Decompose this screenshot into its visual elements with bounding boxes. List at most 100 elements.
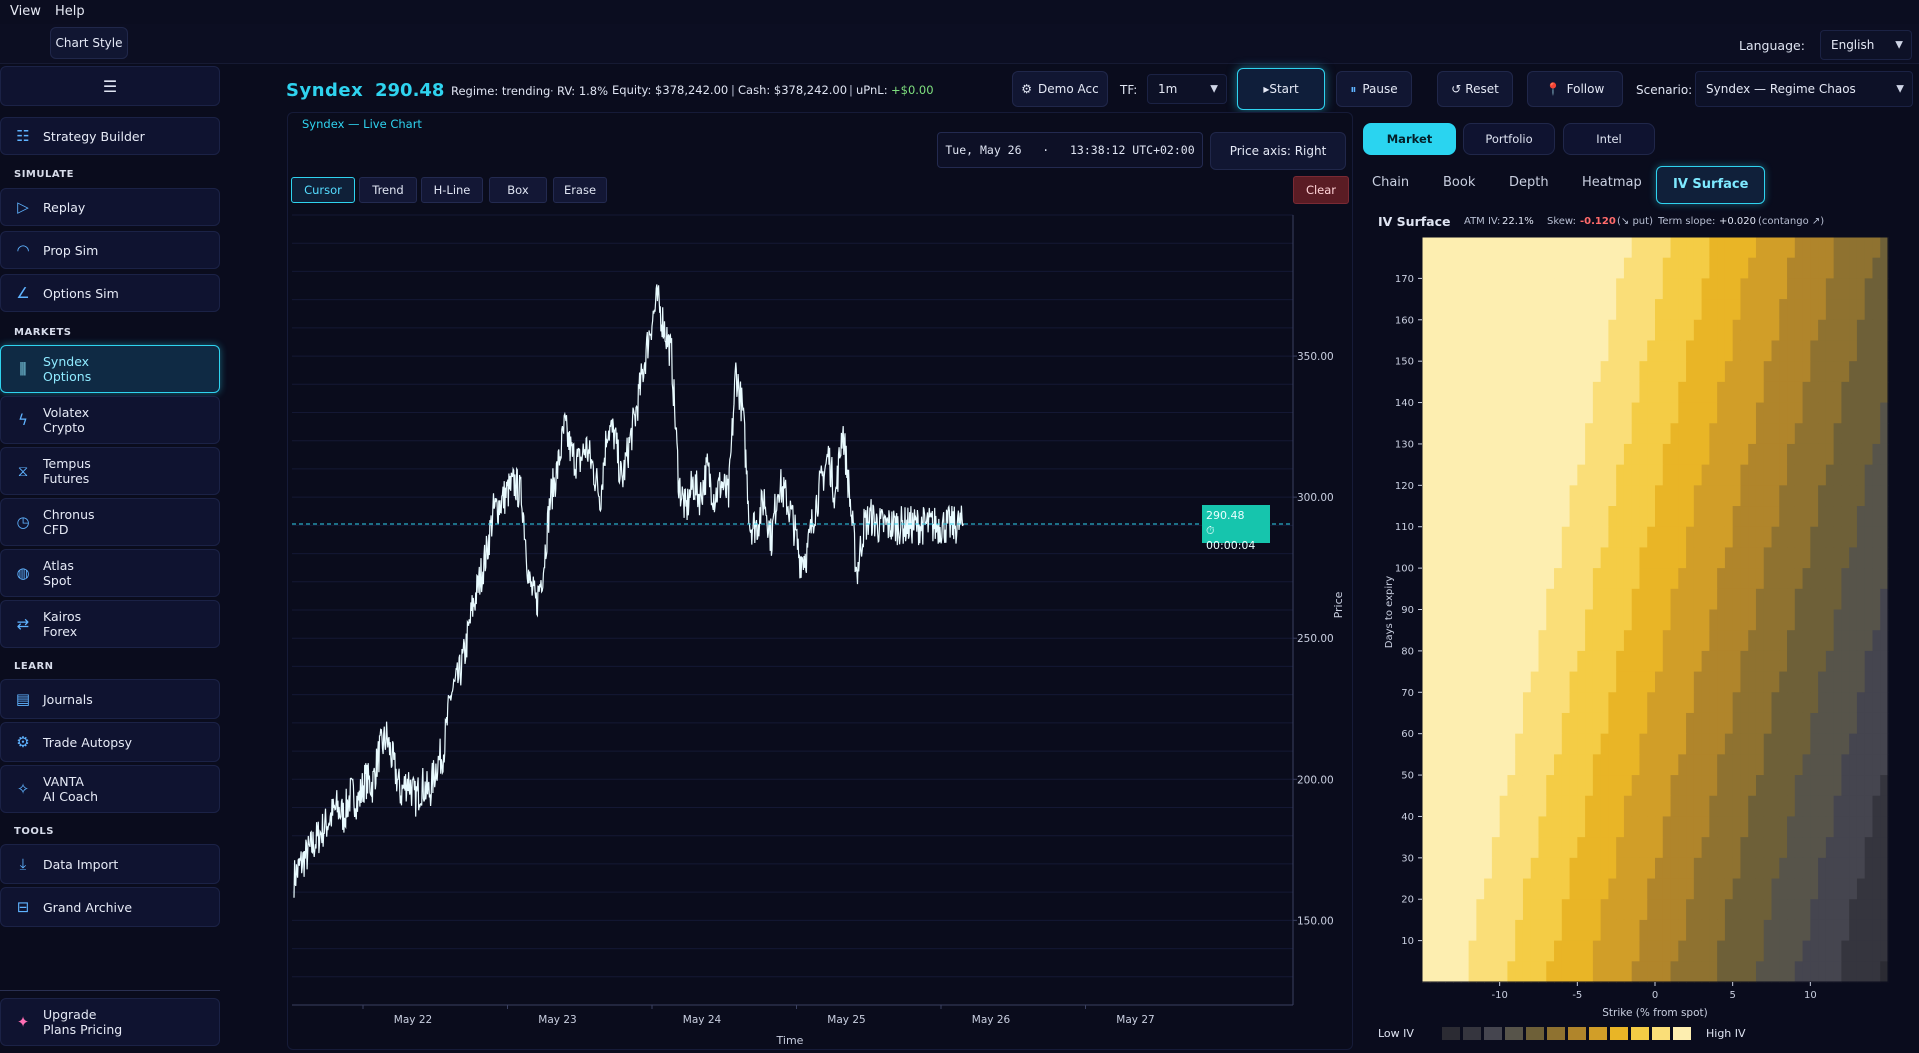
iv-cell [1623, 340, 1633, 362]
iv-cell [1763, 816, 1773, 838]
price-chart[interactable]: 150.00200.00250.00300.00350.00 May 22 May… [287, 210, 1353, 1050]
tab-intel[interactable]: Intel [1563, 123, 1655, 155]
iv-cell [1647, 257, 1656, 279]
iv-cell [1507, 506, 1516, 528]
iv-cell [1499, 775, 1509, 797]
iv-cell [1880, 775, 1889, 797]
iv-cell [1717, 795, 1726, 818]
start-button[interactable]: ▸Start [1237, 68, 1325, 110]
iv-cell [1802, 899, 1811, 921]
timeframe-select[interactable]: 1m ▼ [1147, 74, 1227, 104]
iv-cell [1740, 381, 1749, 404]
iv-cell [1864, 423, 1874, 445]
iv-cell [1507, 671, 1516, 693]
iv-cell [1755, 423, 1765, 445]
iv-cell [1732, 609, 1742, 631]
sidebar-item-label: Chronus CFD [43, 507, 95, 537]
iv-cell [1561, 837, 1571, 859]
iv-cell [1639, 961, 1648, 983]
curve-icon: ∠ [16, 284, 30, 302]
sidebar-item-vanta[interactable]: ✧ VANTA AI Coach [0, 765, 220, 813]
tool-cursor[interactable]: Cursor [291, 177, 355, 203]
iv-cell [1678, 506, 1687, 528]
iv-cell [1429, 526, 1439, 549]
sidebar-item-volatex[interactable]: ϟ Volatex Crypto [0, 396, 220, 444]
iv-cell [1841, 568, 1850, 590]
price-axis-toggle[interactable]: Price axis: Right [1210, 132, 1346, 170]
tool-trend[interactable]: Trend [359, 177, 417, 203]
iv-cell [1849, 526, 1858, 549]
tool-erase[interactable]: Erase [553, 177, 607, 203]
market-name: Kairos [43, 609, 82, 624]
iv-cell [1429, 402, 1439, 424]
iv-cell [1678, 857, 1687, 880]
tf-value: 1m [1158, 82, 1178, 96]
iv-cell [1841, 816, 1850, 838]
pause-button[interactable]: ⏸ Pause [1336, 71, 1412, 107]
iv-cell [1771, 816, 1780, 838]
scenario-select[interactable]: Syndex — Regime Chaos ▼ [1695, 71, 1913, 107]
iv-cell [1864, 464, 1874, 486]
sidebar-item-trade-autopsy[interactable]: ⚙ Trade Autopsy [0, 722, 220, 762]
iv-cell [1608, 650, 1617, 673]
sidebar-item-tempus[interactable]: ⧖ Tempus Futures [0, 447, 220, 495]
iv-cell [1422, 878, 1431, 900]
iv-cell [1491, 423, 1501, 445]
sidebar-item-strategy-builder[interactable]: ☷ Strategy Builder [0, 117, 220, 155]
iv-cell [1755, 506, 1765, 528]
subtab-heatmap[interactable]: Heatmap [1582, 175, 1642, 190]
iv-cell [1872, 775, 1881, 797]
iv-cell [1546, 733, 1555, 755]
clear-button[interactable]: Clear [1293, 176, 1349, 204]
sidebar-item-replay[interactable]: ▷ Replay [0, 188, 220, 226]
iv-cell [1499, 795, 1509, 818]
menu-view[interactable]: View [10, 4, 41, 19]
tool-hline[interactable]: H-Line [421, 177, 483, 203]
follow-button[interactable]: 📍 Follow [1527, 71, 1623, 107]
tool-box[interactable]: Box [489, 177, 547, 203]
iv-cell [1724, 671, 1734, 693]
iv-cell [1522, 257, 1532, 279]
upgrade-button[interactable]: ✦ Upgrade Plans Pricing [0, 998, 220, 1046]
sidebar-item-options-sim[interactable]: ∠ Options Sim [0, 274, 220, 312]
iv-cell [1554, 547, 1563, 569]
iv-cell [1732, 278, 1742, 300]
iv-cell [1880, 837, 1889, 859]
subtab-iv-surface[interactable]: IV Surface [1656, 166, 1766, 204]
iv-cell [1577, 795, 1586, 818]
iv-cell [1522, 754, 1532, 776]
iv-cell [1787, 568, 1796, 590]
subtab-chain[interactable]: Chain [1372, 175, 1409, 190]
iv-cell [1422, 278, 1431, 300]
sidebar-item-atlas[interactable]: ◍ Atlas Spot [0, 549, 220, 597]
iv-cell [1740, 630, 1749, 652]
sidebar-item-journals[interactable]: ▤ Journals [0, 679, 220, 719]
iv-cell [1678, 878, 1687, 900]
sidebar-item-prop-sim[interactable]: ◠ Prop Sim [0, 231, 220, 269]
sidebar-item-chronus[interactable]: ◷ Chronus CFD [0, 498, 220, 546]
tab-portfolio[interactable]: Portfolio [1463, 123, 1555, 155]
sidebar-item-grand-archive[interactable]: ⊟ Grand Archive [0, 887, 220, 927]
reset-button[interactable]: ↺ Reset [1437, 71, 1513, 107]
iv-cell [1600, 795, 1609, 818]
tab-market[interactable]: Market [1363, 123, 1456, 155]
iv-cell [1468, 940, 1477, 962]
subtab-depth[interactable]: Depth [1509, 175, 1549, 190]
iv-cell [1569, 588, 1578, 611]
chart-style-button[interactable]: Chart Style [50, 27, 128, 59]
iv-cell [1693, 402, 1703, 424]
sidebar-toggle-button[interactable]: ☰ [0, 66, 220, 106]
sidebar-item-label: Journals [43, 691, 93, 707]
language-select[interactable]: English ▼ [1820, 30, 1912, 60]
menu-help[interactable]: Help [55, 4, 85, 19]
iv-surface-chart[interactable]: 1020304050607080901001101201301401501601… [1370, 232, 1890, 1022]
sidebar-item-kairos[interactable]: ⇄ Kairos Forex [0, 600, 220, 648]
sidebar-item-syndex[interactable]: ⫼ Syndex Options [0, 345, 220, 393]
iv-cell [1709, 526, 1718, 549]
iv-cell [1755, 754, 1765, 776]
demo-account-button[interactable]: ⚙ Demo Acc [1012, 71, 1108, 107]
subtab-book[interactable]: Book [1443, 175, 1475, 190]
sidebar-item-data-import[interactable]: ⤓ Data Import [0, 844, 220, 884]
iv-cell [1856, 464, 1866, 486]
iv-cell [1748, 237, 1757, 259]
